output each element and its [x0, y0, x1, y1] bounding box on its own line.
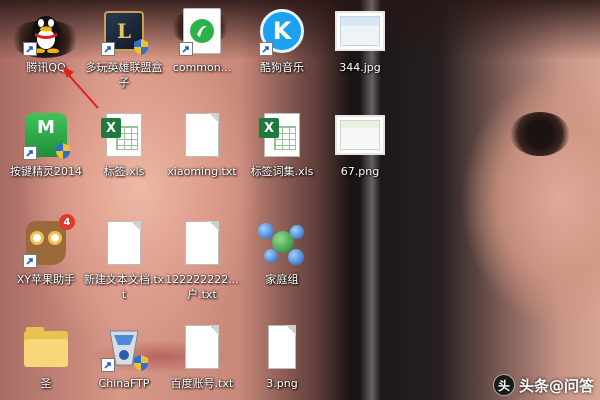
icon-label: 122222222...户.txt — [165, 273, 239, 301]
shortcut-arrow-icon — [23, 146, 37, 160]
excel-file-icon: X — [257, 110, 307, 160]
text-file-icon — [99, 218, 149, 268]
homegroup-icon — [257, 218, 307, 268]
icon-label: XY苹果助手 — [16, 273, 76, 286]
kugou-music-icon: K — [257, 6, 307, 56]
lol-box-icon: L — [99, 6, 149, 56]
notification-badge: 4 — [59, 214, 75, 230]
desktop-icon-chinaftp[interactable]: ChinaFTP — [82, 318, 166, 400]
icon-label: xiaoming.txt — [167, 165, 237, 178]
uac-shield-icon — [56, 143, 70, 159]
desktop-icon-kugou[interactable]: K 酷狗音乐 — [240, 2, 324, 102]
shortcut-arrow-icon — [23, 42, 37, 56]
desktop-icon-sheng-folder[interactable]: 圣 — [4, 318, 88, 400]
desktop-icon-xiaoming-txt[interactable]: xiaoming.txt — [160, 106, 244, 206]
text-file-icon — [177, 322, 227, 372]
chinaftp-icon — [99, 322, 149, 372]
shortcut-arrow-icon — [179, 42, 193, 56]
desktop-icon-homegroup[interactable]: 家庭组 — [240, 214, 324, 314]
desktop-icon-new-text-doc[interactable]: 新建文本文档.txt — [82, 214, 166, 314]
icon-label: 按键精灵2014 — [10, 165, 82, 178]
desktop-icon-anjian[interactable]: M 按键精灵2014 — [4, 106, 88, 206]
png-image-icon — [257, 322, 307, 372]
desktop-icon-biaoqian-xls[interactable]: X 标签.xls — [82, 106, 166, 206]
icon-label: 圣 — [40, 377, 52, 390]
jpg-image-icon — [335, 6, 385, 56]
icon-label: 标签词集.xls — [250, 165, 314, 178]
desktop-icon-1222-txt[interactable]: 122222222...户.txt — [160, 214, 244, 314]
icon-label: 344.jpg — [339, 61, 381, 74]
png-image-icon — [335, 110, 385, 160]
desktop-icon-xy-helper[interactable]: 4 XY苹果助手 — [4, 214, 88, 314]
icon-label: 67.png — [340, 165, 380, 178]
desktop-icon-3-png[interactable]: 3.png — [240, 318, 324, 400]
icon-label: 新建文本文档.txt — [83, 273, 165, 301]
shortcut-arrow-icon — [23, 254, 37, 268]
excel-file-icon: X — [99, 110, 149, 160]
text-file-icon — [177, 110, 227, 160]
text-file-icon — [177, 218, 227, 268]
shortcut-arrow-icon — [101, 358, 115, 372]
watermark-text: 头条@问答 — [518, 376, 594, 395]
anjian-jingling-icon: M — [21, 110, 71, 160]
folder-icon — [21, 322, 71, 372]
xy-owl-icon: 4 — [21, 214, 75, 268]
icon-label: 酷狗音乐 — [260, 61, 304, 74]
common-file-icon — [177, 6, 227, 56]
annotation-arrow-icon — [62, 66, 99, 109]
icon-label: common... — [172, 61, 232, 74]
uac-shield-icon — [134, 355, 148, 371]
icon-label: 标签.xls — [103, 165, 145, 178]
uac-shield-icon — [134, 39, 148, 55]
wallpaper-eye — [510, 112, 570, 156]
toutiao-logo-icon: 头 — [492, 374, 515, 396]
desktop-icon-344-jpg[interactable]: 344.jpg — [318, 2, 402, 102]
watermark: 头 头条@问答 — [492, 374, 594, 396]
shortcut-arrow-icon — [259, 42, 273, 56]
desktop-icon-67-png[interactable]: 67.png — [318, 106, 402, 206]
icon-label: 3.png — [266, 377, 298, 390]
qq-penguin-icon — [21, 6, 71, 56]
icon-label: 家庭组 — [265, 273, 299, 286]
icon-label: 百度账号.txt — [170, 377, 234, 390]
desktop-icon-biaoqiancji-xls[interactable]: X 标签词集.xls — [240, 106, 324, 206]
icon-label: ChinaFTP — [98, 377, 150, 390]
desktop-icon-baidu-account-txt[interactable]: 百度账号.txt — [160, 318, 244, 400]
shortcut-arrow-icon — [101, 42, 115, 56]
desktop-icon-common[interactable]: common... — [160, 2, 244, 102]
